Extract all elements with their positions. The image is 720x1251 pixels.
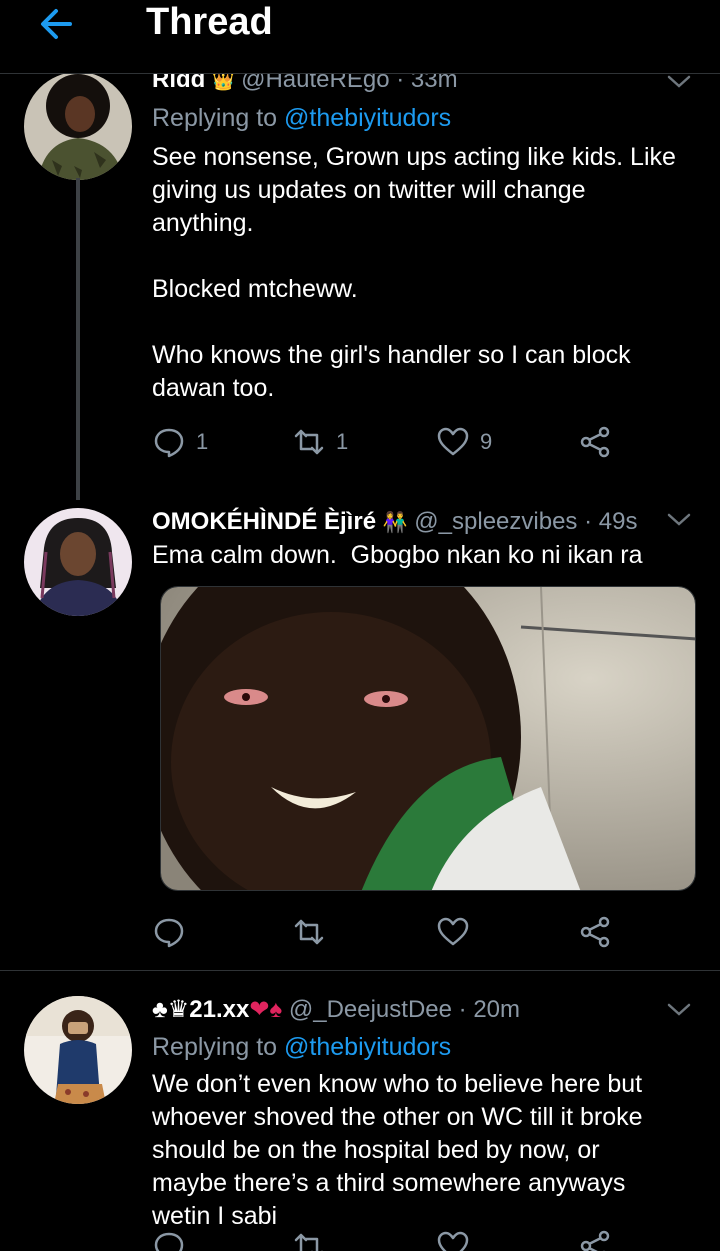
reply-button[interactable]: 1 [152, 422, 208, 462]
chevron-down-icon[interactable] [666, 512, 692, 528]
avatar[interactable] [24, 72, 132, 180]
reply-button[interactable] [152, 912, 196, 952]
tweet-text: Ema calm down. Gbogbo nkan ko ni ikan ra [152, 541, 643, 569]
handle[interactable]: @_DeejustDee [289, 996, 452, 1023]
retweet-icon [294, 1233, 323, 1251]
share-icon [580, 1230, 610, 1251]
like-button[interactable] [436, 1226, 470, 1251]
replying-to: Replying to @thebiyitudors [152, 104, 452, 132]
timestamp: · 20m [458, 996, 521, 1023]
share-button[interactable] [578, 1226, 612, 1251]
tweet-meta: ♣♛21.xx❤♠ @_DeejustDee · 20m [152, 994, 680, 1026]
share-button[interactable] [578, 912, 612, 952]
top-app-bar: Thread [0, 0, 720, 74]
tweet-media-image[interactable] [160, 586, 696, 891]
share-icon [580, 916, 610, 948]
avatar[interactable] [24, 508, 132, 616]
reply-count: 1 [196, 429, 209, 454]
reply-icon [154, 1232, 184, 1251]
reply-icon [154, 918, 184, 948]
retweet-count: 1 [336, 429, 349, 454]
tweet-actions: 1 1 9 [152, 422, 632, 462]
handle[interactable]: @_spleezvibes [414, 508, 577, 535]
retweet-button[interactable] [292, 912, 336, 952]
retweet-icon [294, 429, 324, 455]
like-button[interactable] [436, 912, 480, 952]
arrow-left-icon[interactable] [36, 4, 76, 44]
couple-badge: 👫 [382, 512, 408, 534]
like-count: 9 [480, 429, 493, 454]
tweet-text: We don’t even know who to believe here b… [152, 1070, 650, 1230]
crown-badge: 👑 [212, 71, 235, 91]
replying-to: Replying to @thebiyitudors [152, 1033, 452, 1061]
tweet-meta: OMOKÉHÌNDÉ Èjìré 👫 @_spleezvibes · 49s [152, 506, 680, 539]
heart-icon [437, 917, 469, 946]
tweet-deejustdee[interactable]: ♣♛21.xx❤♠ @_DeejustDee · 20m Replying to… [0, 990, 720, 1251]
replying-to-link[interactable]: @thebiyitudors [284, 104, 451, 132]
thread-connector-line [76, 178, 80, 500]
display-name[interactable]: OMOKÉHÌNDÉ Èjìré [152, 508, 376, 535]
tweet-actions [152, 912, 632, 952]
reply-button[interactable] [152, 1226, 186, 1251]
tweet-ridd[interactable]: Ridd 👑 @HauteREgo · 33m Replying to @the… [0, 60, 720, 500]
replying-to-link[interactable]: @thebiyitudors [284, 1033, 451, 1061]
like-button[interactable]: 9 [436, 422, 492, 462]
retweet-button[interactable]: 1 [292, 422, 348, 462]
tweet-text: See nonsense, Grown ups acting like kids… [152, 143, 676, 402]
display-name[interactable]: ♣♛21.xx [152, 996, 249, 1023]
heart-spade-badge: ❤♠ [249, 996, 283, 1023]
share-button[interactable] [578, 422, 612, 462]
share-icon [580, 426, 610, 458]
page-title: Thread [146, 1, 273, 43]
chevron-down-icon[interactable] [666, 74, 692, 90]
tweet-actions [152, 1226, 632, 1251]
chevron-down-icon[interactable] [666, 1002, 692, 1018]
timestamp: · 49s [584, 508, 638, 535]
divider [0, 970, 720, 971]
heart-icon [437, 427, 469, 456]
reply-icon [154, 428, 184, 458]
retweet-icon [294, 919, 324, 945]
retweet-button[interactable] [292, 1226, 326, 1251]
avatar[interactable] [24, 996, 132, 1104]
heart-icon [437, 1231, 469, 1251]
